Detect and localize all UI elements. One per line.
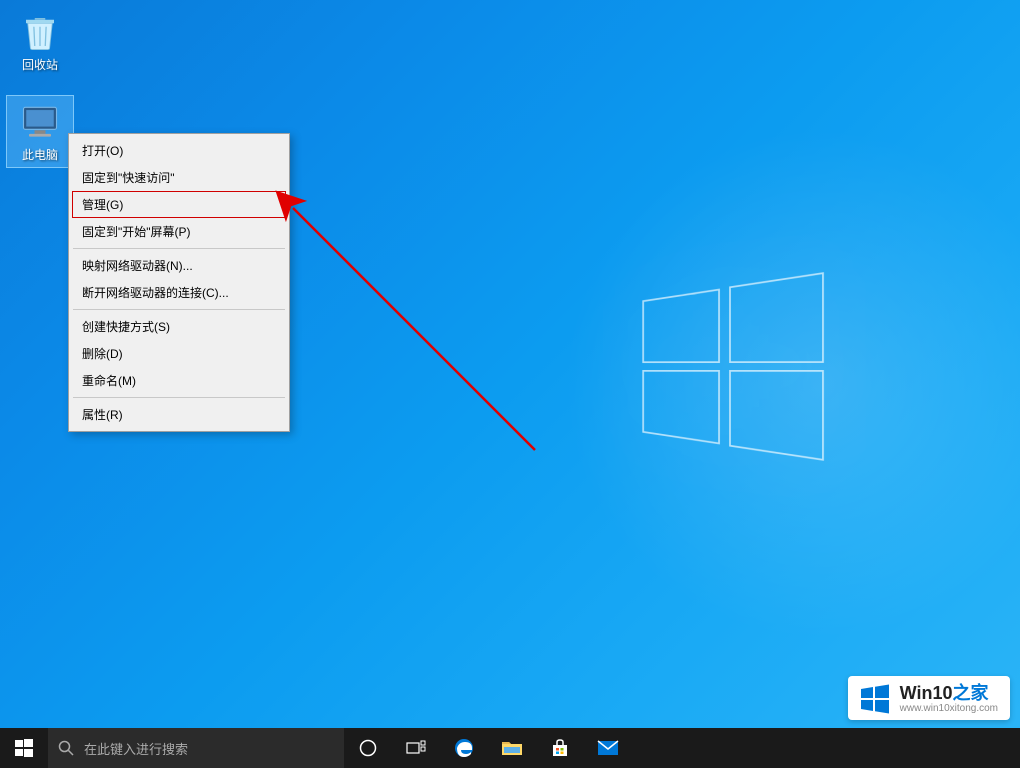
desktop-icon-label: 此电脑 [22,146,58,163]
menu-item-open[interactable]: 打开(O) [72,137,286,164]
taskbar-file-explorer[interactable] [488,728,536,768]
desktop-icon-label: 回收站 [22,56,58,73]
context-menu-this-pc: 打开(O) 固定到"快速访问" 管理(G) 固定到"开始"屏幕(P) 映射网络驱… [68,133,290,432]
recycle-bin-icon [18,10,62,54]
watermark-windows-icon [858,682,892,716]
taskbar-edge[interactable] [440,728,488,768]
taskbar-cortana[interactable] [344,728,392,768]
watermark-url: www.win10xitong.com [900,703,998,714]
cortana-icon [359,739,377,757]
windows-start-icon [15,739,33,757]
this-pc-icon [18,100,62,144]
taskbar-search[interactable]: 在此键入进行搜索 [48,728,344,768]
edge-icon [453,737,475,759]
desktop-icons: 回收站 此电脑 [6,6,74,168]
search-icon [58,740,74,756]
menu-item-properties[interactable]: 属性(R) [72,401,286,428]
menu-item-pin-quick-access[interactable]: 固定到"快速访问" [72,164,286,191]
taskbar-task-view[interactable] [392,728,440,768]
desktop-icon-recycle-bin[interactable]: 回收站 [6,6,74,77]
menu-item-disconnect-drive[interactable]: 断开网络驱动器的连接(C)... [72,279,286,306]
search-placeholder: 在此键入进行搜索 [84,739,188,758]
taskbar-mail[interactable] [584,728,632,768]
mail-icon [597,740,619,756]
menu-item-create-shortcut[interactable]: 创建快捷方式(S) [72,313,286,340]
store-icon [550,738,570,758]
windows-logo-wallpaper [622,255,841,483]
taskbar-store[interactable] [536,728,584,768]
menu-item-rename[interactable]: 重命名(M) [72,367,286,394]
menu-separator [73,397,285,398]
menu-item-map-drive[interactable]: 映射网络驱动器(N)... [72,252,286,279]
menu-separator [73,309,285,310]
menu-item-manage[interactable]: 管理(G) [72,191,286,218]
folder-icon [501,739,523,757]
menu-item-pin-start[interactable]: 固定到"开始"屏幕(P) [72,218,286,245]
start-button[interactable] [0,728,48,768]
desktop-icon-this-pc[interactable]: 此电脑 [6,95,74,168]
menu-separator [73,248,285,249]
watermark-title: Win10之家 [900,684,998,704]
menu-item-delete[interactable]: 删除(D) [72,340,286,367]
task-view-icon [406,740,426,756]
taskbar: 在此键入进行搜索 [0,728,1020,768]
watermark-badge: Win10之家 www.win10xitong.com [848,676,1010,720]
